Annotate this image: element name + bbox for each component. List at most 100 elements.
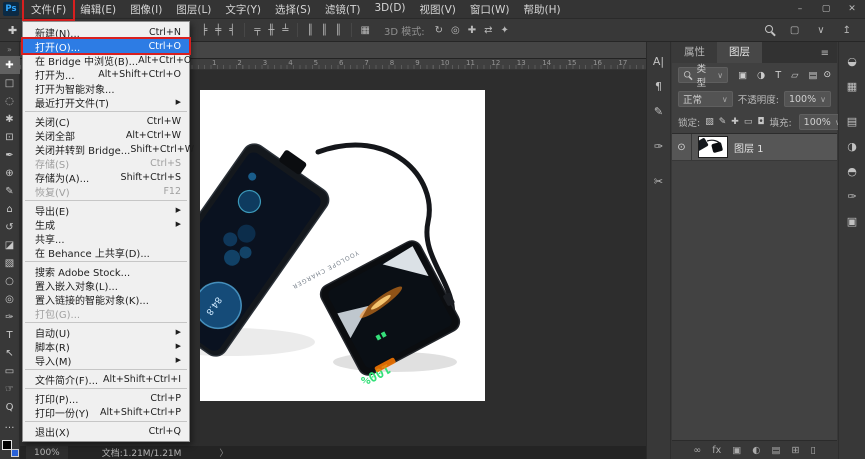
foreground-color-swatch[interactable]	[2, 440, 12, 450]
align-top-edges-icon[interactable]: ╤	[250, 25, 264, 36]
brush-tool[interactable]: ✎	[0, 182, 20, 200]
align-left-edges-icon[interactable]: ╞	[197, 25, 211, 36]
expand-toolbar-icon[interactable]: »	[0, 42, 20, 56]
filter-pin-icon[interactable]: ⊙	[823, 70, 831, 80]
panel-menu-icon[interactable]: ≡	[813, 48, 837, 63]
clone-stamp-tool[interactable]: ⌂	[0, 200, 20, 218]
lock-all-icon[interactable]: ◘	[757, 117, 764, 127]
lock-artboard-icon[interactable]: ▭	[744, 117, 753, 127]
lock-move-icon[interactable]: ✚	[731, 117, 739, 127]
opacity-select[interactable]: 100% ∨	[784, 91, 831, 107]
type-tool[interactable]: T	[0, 326, 20, 344]
file-menu-item[interactable]: 文件简介(F)...Alt+Shift+Ctrl+I	[23, 372, 189, 386]
file-menu-item[interactable]: 关闭全部Alt+Ctrl+W	[23, 128, 189, 142]
lock-transparent-icon[interactable]: ▨	[705, 117, 714, 127]
menu-item-9[interactable]: 窗口(W)	[463, 0, 517, 19]
crop-tool[interactable]: ⊡	[0, 128, 20, 146]
file-menu-item[interactable]: 脚本(R)▶	[23, 339, 189, 353]
file-menu-item[interactable]: 置入嵌入对象(L)...	[23, 278, 189, 292]
tab-属性[interactable]: 属性	[672, 41, 717, 63]
share-icon[interactable]: ↥	[839, 25, 855, 36]
file-menu-item[interactable]: 新建(N)...Ctrl+N	[23, 25, 189, 39]
menu-item-7[interactable]: 3D(D)	[367, 0, 412, 19]
styles-panel-icon[interactable]: ◓	[841, 160, 863, 182]
link-layers-icon[interactable]: ∞	[693, 445, 701, 456]
file-menu-item[interactable]: 打印(P)...Ctrl+P	[23, 391, 189, 405]
filter-type-icon[interactable]: T	[773, 70, 783, 81]
filter-adjustment-icon[interactable]: ◑	[755, 70, 767, 81]
file-menu-item[interactable]: 导入(M)▶	[23, 353, 189, 367]
libraries-panel-icon[interactable]: ▤	[841, 110, 863, 132]
move-tool[interactable]: ✚	[0, 56, 20, 74]
align-horizontal-centers-icon[interactable]: ╪	[211, 25, 225, 36]
eyedropper-tool[interactable]: ✒	[0, 146, 20, 164]
align-vertical-centers-icon[interactable]: ╫	[264, 25, 278, 36]
menu-item-8[interactable]: 视图(V)	[413, 0, 463, 19]
menu-item-5[interactable]: 选择(S)	[268, 0, 318, 19]
zoom-tool[interactable]: Q	[0, 398, 20, 416]
marquee-tool[interactable]: □	[0, 74, 20, 92]
file-menu-item[interactable]: 最近打开文件(T)▶	[23, 95, 189, 109]
brush-settings-panel-icon[interactable]: ✎	[648, 100, 670, 122]
paragraph-panel-icon[interactable]: ¶	[648, 75, 670, 97]
menu-item-2[interactable]: 图像(I)	[123, 0, 169, 19]
tool-presets-panel-icon[interactable]: ✂	[648, 170, 670, 192]
menu-item-6[interactable]: 滤镜(T)	[318, 0, 368, 19]
filter-shape-icon[interactable]: ▱	[789, 70, 800, 81]
status-expand-icon[interactable]: 〉	[219, 446, 228, 459]
restore-icon[interactable]: ▢	[813, 2, 839, 16]
file-menu-item[interactable]: 存储为(A)...Shift+Ctrl+S	[23, 170, 189, 184]
layer-visibility-icon[interactable]: ⊙	[672, 134, 692, 160]
menu-item-4[interactable]: 文字(Y)	[218, 0, 268, 19]
distribute-options-icon[interactable]: ▦	[357, 25, 374, 36]
minimize-icon[interactable]: –	[787, 2, 813, 16]
file-menu-item[interactable]: 生成▶	[23, 217, 189, 231]
distribute-centers-icon[interactable]: ║	[317, 25, 331, 36]
3d-roll-icon[interactable]: ◎	[447, 25, 464, 36]
shape-tool[interactable]: ▭	[0, 362, 20, 380]
file-menu-item[interactable]: 关闭并转到 Bridge...Shift+Ctrl+W	[23, 142, 189, 156]
file-menu-item[interactable]: 打印一份(Y)Alt+Shift+Ctrl+P	[23, 405, 189, 419]
pen-tool[interactable]: ✑	[0, 308, 20, 326]
color-panel-icon[interactable]: ◒	[841, 50, 863, 72]
menu-item-10[interactable]: 帮助(H)	[517, 0, 568, 19]
chevron-down-icon[interactable]: ∨	[813, 25, 828, 36]
healing-brush-tool[interactable]: ⊕	[0, 164, 20, 182]
edit-toolbar-icon[interactable]: …	[0, 416, 20, 434]
blend-mode-select[interactable]: 正常 ∨	[678, 91, 733, 107]
quick-selection-tool[interactable]: ✱	[0, 110, 20, 128]
3d-orbit-icon[interactable]: ↻	[431, 25, 447, 36]
delete-layer-icon[interactable]: ▯	[810, 445, 815, 456]
history-brush-tool[interactable]: ↺	[0, 218, 20, 236]
workspace-icon[interactable]: ▢	[786, 25, 803, 36]
adjustment-layer-icon[interactable]: ◐	[752, 445, 760, 456]
lock-paint-icon[interactable]: ✎	[719, 117, 727, 127]
brush-panel-icon[interactable]: ✑	[648, 135, 670, 157]
file-menu-item[interactable]: 打开为...Alt+Shift+Ctrl+O	[23, 67, 189, 81]
file-menu-item[interactable]: 共享...	[23, 231, 189, 245]
layer-mask-icon[interactable]: ▣	[732, 445, 741, 456]
move-tool-options-icon[interactable]: ✚	[4, 24, 21, 37]
hand-tool[interactable]: ☞	[0, 380, 20, 398]
file-menu-item[interactable]: 退出(X)Ctrl+Q	[23, 424, 189, 438]
align-right-edges-icon[interactable]: ╡	[225, 25, 239, 36]
gradient-tool[interactable]: ▧	[0, 254, 20, 272]
file-menu-item[interactable]: 搜索 Adobe Stock...	[23, 264, 189, 278]
filter-image-icon[interactable]: ▣	[736, 70, 749, 81]
3d-scale-icon[interactable]: ✦	[496, 25, 512, 36]
file-menu-item[interactable]: 打开(O)...Ctrl+O	[23, 39, 189, 53]
file-menu-item[interactable]: 打开为智能对象...	[23, 81, 189, 95]
close-icon[interactable]: ✕	[839, 2, 865, 16]
zoom-level-field[interactable]: 100%	[26, 446, 68, 459]
filter-type-select[interactable]: 类型 ∨	[678, 67, 728, 83]
document-canvas[interactable]: 84.8 100% YOOLOPE CHARGER	[200, 90, 485, 401]
menu-file[interactable]: 文件(F)	[24, 0, 73, 19]
learn-panel-icon[interactable]: ▣	[841, 210, 863, 232]
tab-图层[interactable]: 图层	[717, 41, 762, 63]
3d-drag-icon[interactable]: ✚	[464, 25, 480, 36]
eraser-tool[interactable]: ◪	[0, 236, 20, 254]
file-menu-item[interactable]: 在 Behance 上共享(D)...	[23, 245, 189, 259]
adjustments-panel-icon[interactable]: ◑	[841, 135, 863, 157]
path-selection-tool[interactable]: ↖	[0, 344, 20, 362]
distribute-left-icon[interactable]: ║	[303, 25, 317, 36]
